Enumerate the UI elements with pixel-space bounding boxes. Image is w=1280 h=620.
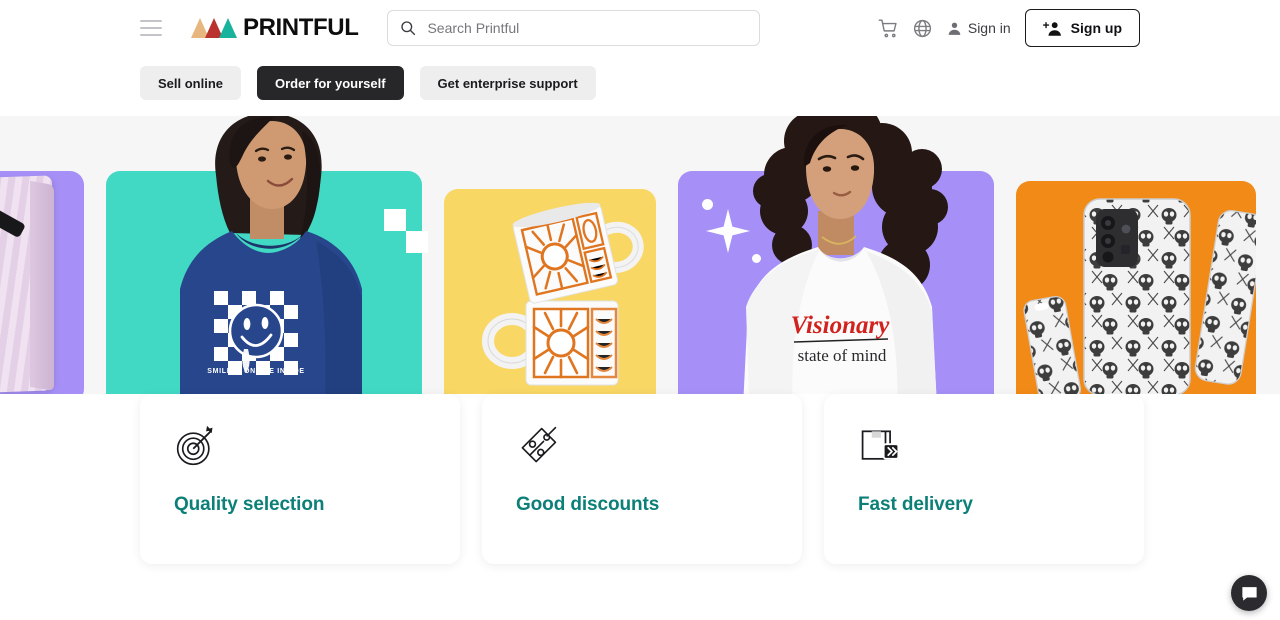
sun-mugs-product: [482, 202, 644, 386]
chat-widget-button[interactable]: [1231, 575, 1267, 611]
carousel-item-sun-mugs[interactable]: [444, 189, 656, 407]
shopping-cart-icon[interactable]: [872, 11, 906, 45]
user-icon: [948, 22, 961, 35]
carousel-item-tote-bag[interactable]: [0, 163, 84, 403]
svg-text:SMILING ON THE INSIDE: SMILING ON THE INSIDE: [207, 368, 305, 375]
chat-bubble-icon: [1241, 586, 1257, 601]
brand-name: PRINTFUL: [243, 14, 359, 41]
svg-text:Visionary: Visionary: [791, 312, 891, 339]
search-bar[interactable]: [387, 10, 761, 46]
carousel-item-visionary-sweatshirt[interactable]: Visionary state of mind: [678, 116, 994, 427]
feature-title: Good discounts: [516, 494, 660, 515]
sign-up-button[interactable]: Sign up: [1024, 9, 1140, 47]
printful-mountains-icon: [191, 18, 237, 38]
hamburger-menu-icon[interactable]: [140, 20, 162, 36]
product-carousel[interactable]: SMILING ON THE INSIDE Visionary state of…: [0, 116, 1280, 431]
carousel-item-smiley-sweatshirt[interactable]: SMILING ON THE INSIDE: [106, 116, 428, 425]
discount-tag-icon: [516, 420, 768, 472]
site-header: PRINTFUL Sign in: [0, 0, 1280, 56]
skull-phone-case-product: [1023, 198, 1256, 404]
tab-get-enterprise-support[interactable]: Get enterprise support: [419, 66, 596, 100]
feature-title: Quality selection: [174, 494, 325, 515]
sign-in-link[interactable]: Sign in: [946, 20, 1011, 37]
feature-card-fast-delivery[interactable]: Fast delivery: [824, 394, 1144, 564]
audience-tabs: Sell online Order for yourself Get enter…: [0, 56, 1280, 116]
visionary-sweatshirt-model: Visionary state of mind: [742, 116, 948, 427]
target-dartboard-icon: [174, 420, 426, 472]
feature-cards: Quality selection Good discounts Fast de…: [0, 394, 1280, 564]
printful-logo[interactable]: PRINTFUL: [190, 14, 359, 41]
feature-card-quality-selection[interactable]: Quality selection: [140, 394, 460, 564]
sign-in-label: Sign in: [967, 20, 1011, 36]
sign-up-label: Sign up: [1070, 20, 1122, 36]
fast-delivery-box-icon: [858, 420, 1110, 472]
feature-title: Fast delivery: [858, 494, 973, 515]
feature-card-good-discounts[interactable]: Good discounts: [482, 394, 802, 564]
smiley-sweatshirt-model: SMILING ON THE INSIDE: [180, 116, 362, 425]
search-input[interactable]: [427, 11, 748, 45]
svg-text:state of mind: state of mind: [798, 346, 887, 365]
carousel-item-skull-phone-case[interactable]: [1016, 181, 1256, 409]
tote-bag-side-panel: [30, 180, 54, 392]
tab-order-for-yourself[interactable]: Order for yourself: [257, 66, 404, 100]
globe-icon[interactable]: [906, 11, 940, 45]
header-actions: Sign in Sign up: [872, 9, 1140, 47]
search-icon: [401, 21, 416, 36]
user-plus-icon: [1042, 21, 1061, 36]
tab-sell-online[interactable]: Sell online: [140, 66, 242, 100]
